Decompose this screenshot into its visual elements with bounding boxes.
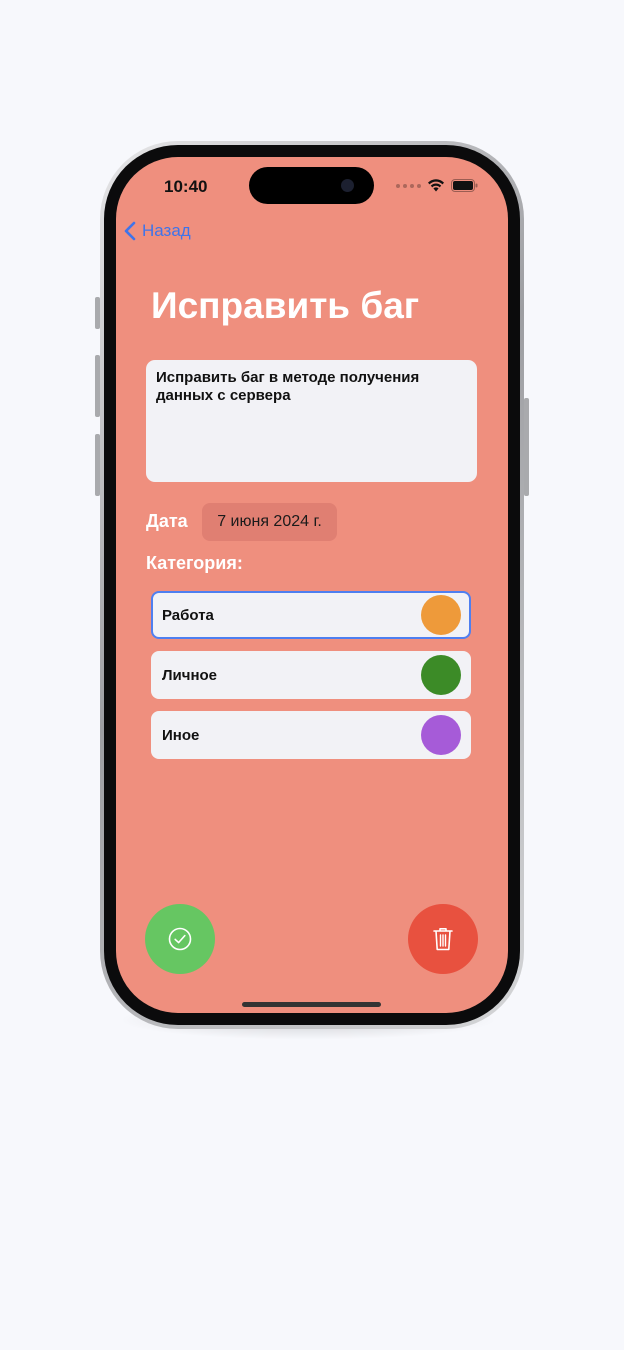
battery-icon <box>451 179 478 192</box>
delete-button[interactable] <box>408 904 478 974</box>
app-screen: 10:40 Назад Исправить баг Исправить баг … <box>116 157 508 1013</box>
category-name: Иное <box>162 726 200 744</box>
dynamic-island <box>249 167 374 204</box>
category-color-swatch <box>421 655 461 695</box>
date-picker[interactable]: 7 июня 2024 г. <box>202 503 337 541</box>
note-text-editor[interactable]: Исправить баг в методе получения данных … <box>146 360 477 482</box>
category-item-other[interactable]: Иное <box>151 711 471 759</box>
signal-icon <box>396 183 421 188</box>
category-name: Работа <box>162 606 214 624</box>
camera-icon <box>341 179 354 192</box>
volume-up-button <box>95 355 100 417</box>
date-label: Дата <box>146 511 188 531</box>
back-label: Назад <box>142 221 191 240</box>
note-text: Исправить баг в методе получения данных … <box>156 369 420 404</box>
category-name: Личное <box>162 666 218 684</box>
status-indicators <box>396 179 478 192</box>
date-value: 7 июня 2024 г. <box>217 513 322 530</box>
checkmark-circle-icon <box>168 927 192 951</box>
category-color-swatch <box>421 715 461 755</box>
category-color-swatch <box>421 595 461 635</box>
chevron-left-icon <box>124 221 136 241</box>
wifi-icon <box>427 179 445 192</box>
power-button <box>524 398 529 496</box>
status-time: 10:40 <box>164 177 208 196</box>
home-indicator <box>242 1002 381 1007</box>
complete-button[interactable] <box>145 904 215 974</box>
action-button <box>95 297 100 329</box>
trash-icon <box>433 928 453 951</box>
volume-down-button <box>95 434 100 496</box>
category-item-personal[interactable]: Личное <box>151 651 471 699</box>
page-title: Исправить баг <box>151 285 420 326</box>
category-item-work[interactable]: Работа <box>151 591 471 639</box>
category-label: Категория: <box>146 553 243 573</box>
back-button[interactable]: Назад <box>124 221 191 241</box>
